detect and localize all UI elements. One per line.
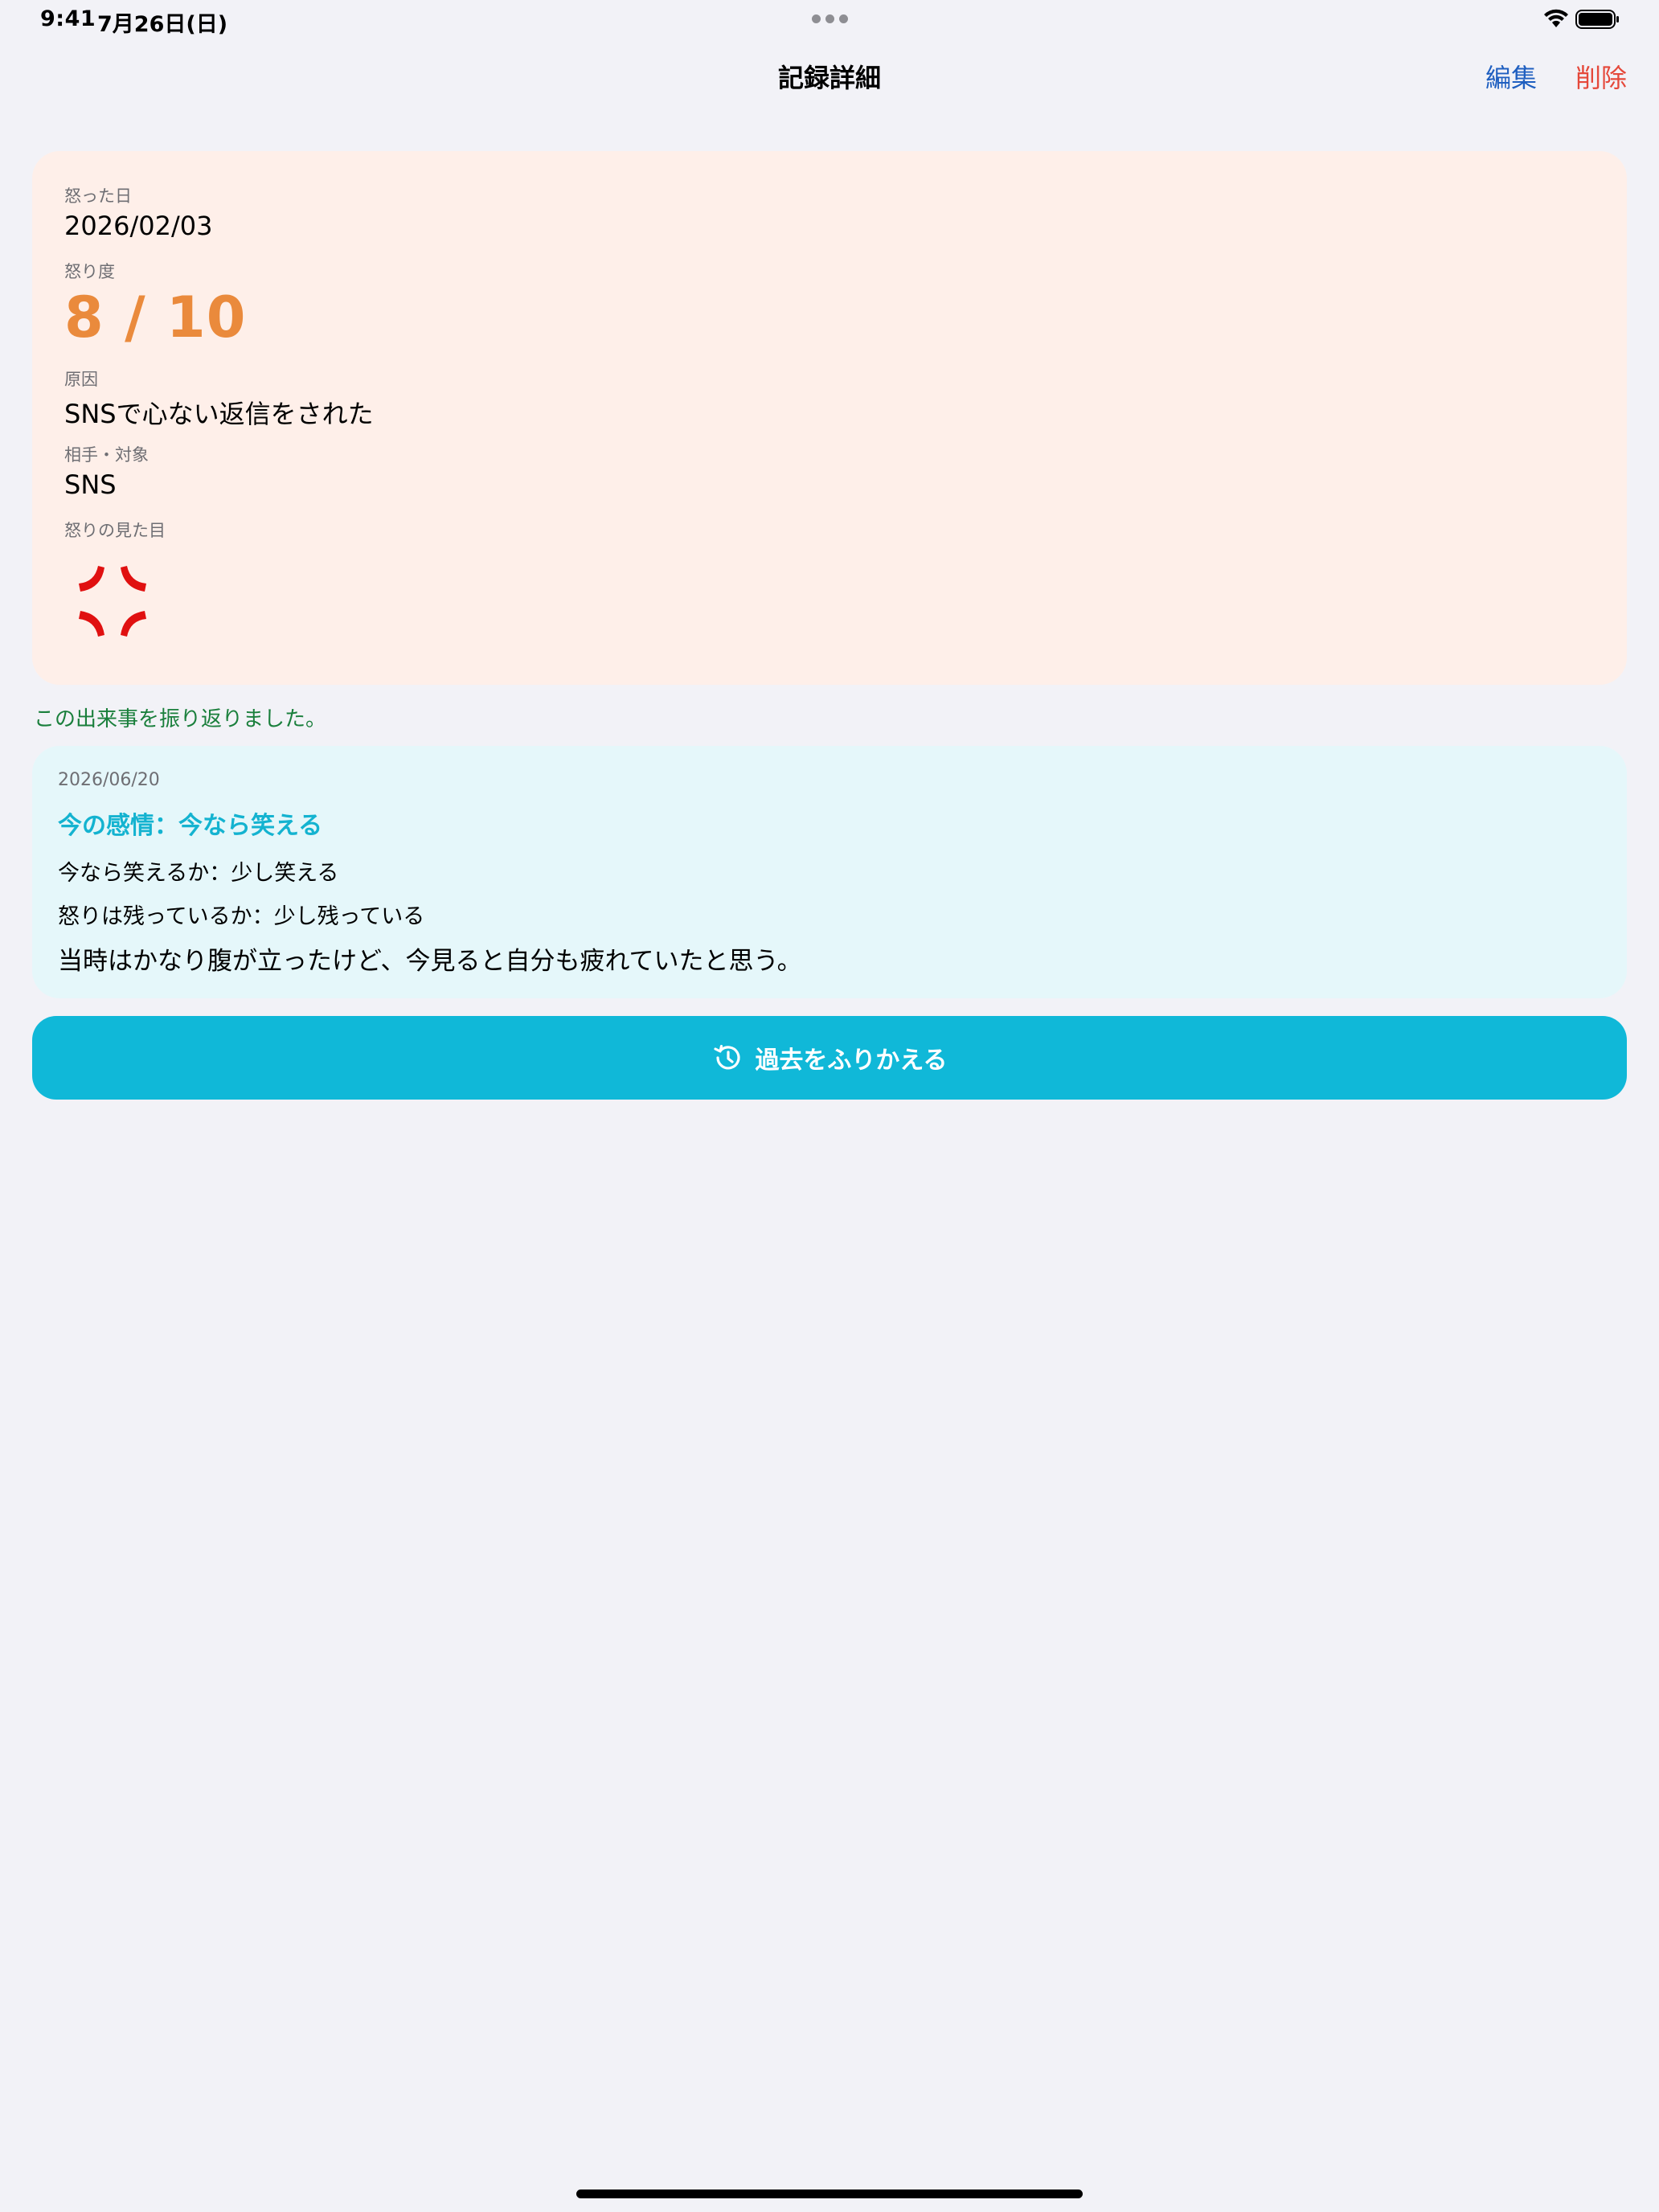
target-value: SNS	[64, 469, 117, 500]
target-label: 相手・対象	[64, 445, 149, 465]
reflect-past-button[interactable]: 過去をふりかえる	[32, 1016, 1627, 1100]
anger-value: 8 / 10	[64, 285, 247, 350]
status-bar: 9:41 7月26日(日)	[0, 0, 1659, 40]
anger-label: 怒り度	[64, 262, 115, 281]
history-icon	[714, 1044, 741, 1070]
reflection-emotion: 今の感情：今なら笑える	[58, 812, 323, 840]
reflection-laugh-line: 今なら笑えるか：少し笑える	[58, 861, 339, 886]
status-time: 9:41	[40, 6, 96, 31]
record-card: 怒った日 2026/02/03 怒り度 8 / 10 原因 SNSで心ない返信を…	[32, 151, 1627, 685]
reflection-card: 2026/06/20 今の感情：今なら笑える 今なら笑えるか：少し笑える 怒りは…	[32, 746, 1627, 998]
reflection-date: 2026/06/20	[58, 770, 160, 790]
cause-label: 原因	[64, 370, 98, 389]
home-indicator[interactable]	[576, 2189, 1083, 2198]
delete-button[interactable]: 削除	[1575, 58, 1627, 95]
reflection-remaining-line: 怒りは残っているか：少し残っている	[58, 904, 425, 929]
date-value: 2026/02/03	[64, 211, 213, 241]
date-label: 怒った日	[64, 186, 132, 206]
multitask-dots-icon[interactable]	[812, 14, 848, 23]
reflected-note: この出来事を振り返りました。	[34, 707, 327, 731]
edit-button[interactable]: 編集	[1485, 58, 1537, 95]
battery-icon	[1575, 10, 1619, 29]
page-title: 記録詳細	[777, 63, 881, 93]
cause-value: SNSで心ない返信をされた	[64, 399, 374, 429]
appearance-label: 怒りの見た目	[64, 521, 166, 540]
anger-symbol-icon	[79, 566, 146, 637]
reflection-comment: 当時はかなり腹が立ったけど、今見ると自分も疲れていたと思う。	[58, 947, 802, 976]
wifi-icon	[1544, 9, 1568, 27]
reflect-past-button-label: 過去をふりかえる	[755, 1047, 948, 1075]
status-date: 7月26日(日)	[97, 12, 228, 37]
